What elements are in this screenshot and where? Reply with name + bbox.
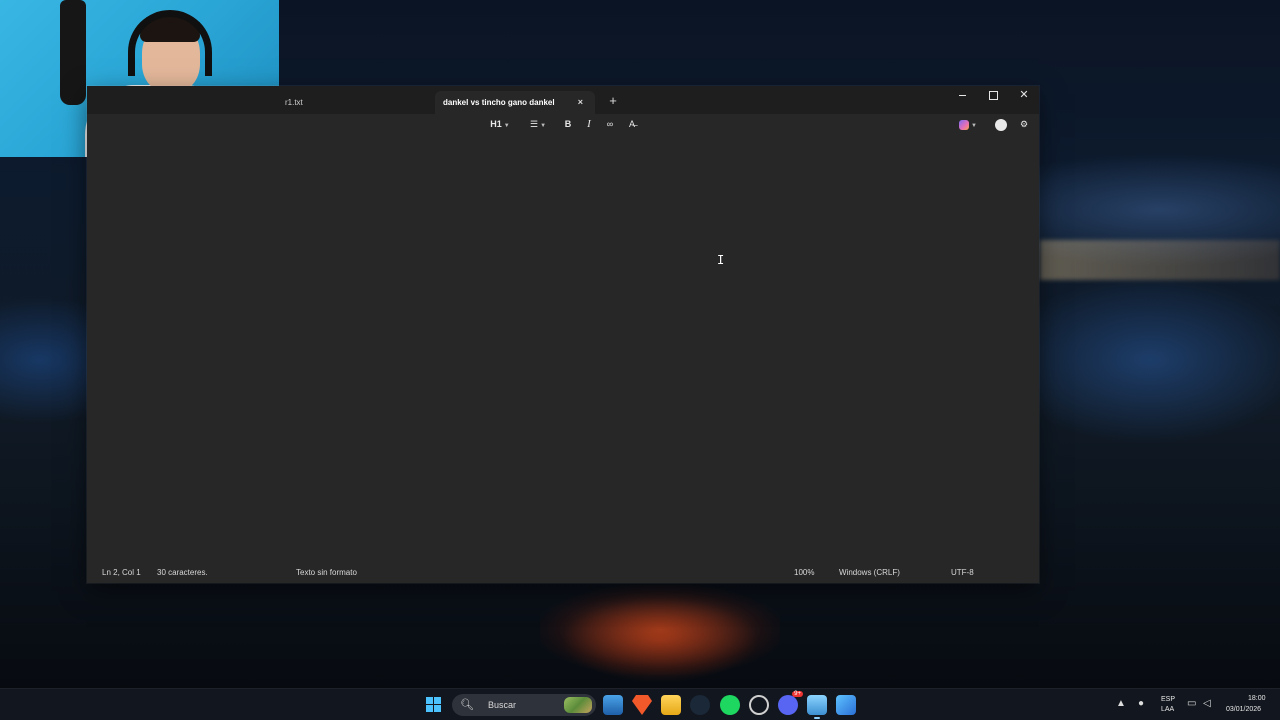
list-icon: ☰ xyxy=(529,119,539,129)
windows-logo-icon xyxy=(426,697,433,704)
search-icon: 🔍︎ xyxy=(460,699,474,711)
heading-label: H1 xyxy=(490,119,502,129)
guitar-image xyxy=(60,0,86,105)
text-cursor-icon: I xyxy=(717,253,725,267)
headset-image xyxy=(128,10,212,76)
account-icon xyxy=(995,118,1007,131)
encoding[interactable]: UTF-8 xyxy=(951,562,974,583)
account-button[interactable] xyxy=(993,116,1009,132)
heading-dropdown[interactable]: H1 ▼ xyxy=(485,116,515,132)
new-tab-button[interactable]: + xyxy=(605,94,621,110)
clock-date[interactable]: 03/01/2026 xyxy=(1226,706,1261,713)
maximize-button[interactable] xyxy=(978,86,1008,104)
chatgpt-icon[interactable] xyxy=(749,695,769,715)
search-placeholder: Buscar xyxy=(488,700,517,710)
copilot-icon xyxy=(959,119,970,130)
language-indicator[interactable]: ESP xyxy=(1161,696,1175,703)
taskbar: 🔍︎ Buscar 9+ ▲ ● ESP LAA ▭ ◁ 18:00 03/01… xyxy=(0,688,1280,720)
spotify-icon[interactable] xyxy=(720,695,740,715)
app-taskbar-icon[interactable] xyxy=(836,695,856,715)
steam-icon[interactable] xyxy=(690,695,710,715)
language-variant: LAA xyxy=(1161,706,1175,713)
settings-icon[interactable]: ⚙ xyxy=(1016,116,1032,132)
wallpaper-highway-lights xyxy=(1040,240,1280,280)
file-explorer-icon[interactable] xyxy=(661,695,681,715)
microphone-icon[interactable]: ● xyxy=(1138,698,1144,709)
tab-label: dankel vs tincho gano dankel xyxy=(443,98,555,107)
format-toolbar: H1 ▼ ☰ ▼ B I ∞ A̶ ▼ ⚙ xyxy=(87,114,1039,134)
clear-formatting-icon[interactable]: A̶ xyxy=(624,116,640,132)
search-input[interactable]: 🔍︎ Buscar xyxy=(452,694,596,716)
windows-logo-icon xyxy=(434,705,441,712)
notepad-window: r1.txt dankel vs tincho gano dankel × + … xyxy=(87,86,1039,583)
notification-badge: 9+ xyxy=(792,691,803,697)
chevron-down-icon: ▼ xyxy=(971,123,977,129)
text-format: Texto sin formato xyxy=(296,568,357,577)
photos-app-icon[interactable] xyxy=(603,695,623,715)
minimize-button[interactable] xyxy=(948,86,978,104)
tab-close-icon[interactable]: × xyxy=(578,91,583,114)
show-hidden-icons-icon[interactable]: ▲ xyxy=(1116,698,1126,709)
text-editor[interactable]: I xyxy=(87,134,1039,562)
list-dropdown[interactable]: ☰ ▼ xyxy=(525,116,551,132)
tab-dankel[interactable]: dankel vs tincho gano dankel × xyxy=(435,91,595,114)
link-icon[interactable]: ∞ xyxy=(603,116,617,132)
clock-time[interactable]: 18:00 xyxy=(1248,695,1266,702)
close-button[interactable]: ✕ xyxy=(1009,86,1039,104)
tab-label: r1.txt xyxy=(285,98,303,107)
title-bar: r1.txt dankel vs tincho gano dankel × + … xyxy=(87,86,1039,114)
chevron-down-icon: ▼ xyxy=(503,123,510,129)
windows-logo-icon xyxy=(434,697,441,704)
start-button[interactable] xyxy=(424,695,444,715)
zoom-level[interactable]: 100% xyxy=(794,562,814,583)
discord-icon[interactable]: 9+ xyxy=(778,691,803,715)
cursor-position: Ln 2, Col 1 xyxy=(102,568,141,577)
windows-logo-icon xyxy=(426,705,433,712)
copilot-button[interactable]: ▼ xyxy=(955,116,981,132)
chevron-down-icon: ▼ xyxy=(540,123,547,129)
line-endings[interactable]: Windows (CRLF) xyxy=(839,562,900,583)
bold-button[interactable]: B xyxy=(561,116,575,132)
notepad-taskbar-icon[interactable] xyxy=(807,695,827,719)
italic-button[interactable]: I xyxy=(582,116,596,132)
tab-r1[interactable]: r1.txt xyxy=(277,91,427,114)
search-highlight-image xyxy=(564,697,592,713)
volume-icon[interactable]: ◁ xyxy=(1203,698,1211,709)
wallpaper-glow xyxy=(540,585,780,675)
network-icon[interactable]: ▭ xyxy=(1187,698,1196,709)
brave-browser-icon[interactable] xyxy=(632,695,652,715)
character-count: 30 caracteres. xyxy=(157,568,208,577)
status-bar: Ln 2, Col 1 30 caracteres. Texto sin for… xyxy=(87,562,1039,583)
